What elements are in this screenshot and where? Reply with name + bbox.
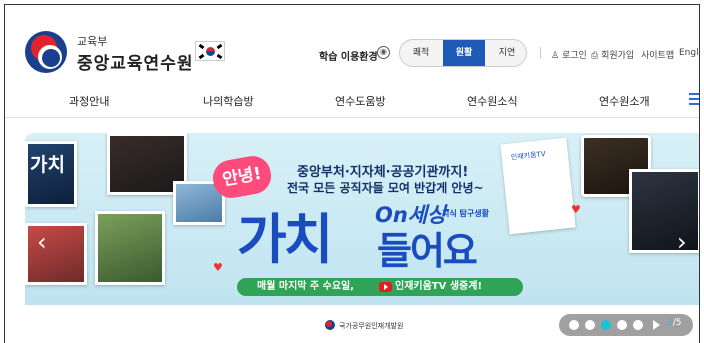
korean-flag-icon (195, 41, 225, 61)
main-banner[interactable]: 가치 ♥ 인재키움TV ♥ 안녕! 중앙부처·지자체·공공기관까지! 전국 모든… (25, 133, 699, 343)
heart-icon-right: ♥ (571, 203, 581, 216)
lock-icon: ⎙ (591, 51, 599, 61)
header-divider (540, 47, 541, 59)
user-icon: ♙ (551, 51, 560, 61)
schedule-text: 매월 마지막 주 수요일, (257, 281, 355, 292)
banner-on-subtitle: 지식 탐구생활 (442, 209, 489, 218)
government-logo-icon[interactable] (25, 31, 67, 73)
signal-icon: ◉ (377, 46, 390, 59)
nhi-logo-icon (325, 320, 335, 330)
youtube-icon (379, 282, 392, 292)
slide-counter: 3/5 (667, 318, 682, 328)
slide-dot-4[interactable] (617, 320, 627, 330)
english-link[interactable]: English (679, 48, 699, 58)
prev-slide-icon[interactable]: ‹ (37, 228, 47, 256)
env-option-fast[interactable]: 쾌적 (400, 40, 442, 66)
signup-link[interactable]: ⎙ 회원가입 (591, 48, 634, 61)
banner-title-listen: 들어요 (377, 229, 478, 273)
tv-label: 인재키움TV (510, 150, 546, 162)
env-option-slow[interactable]: 지연 (486, 40, 526, 66)
environment-selector[interactable]: 쾌적 원활 지연 (399, 39, 527, 67)
organizer-name: 국가공무원인재개발원 (339, 322, 404, 330)
institute-name[interactable]: 중앙교육연수원 (77, 49, 193, 74)
slide-dot-1[interactable] (569, 320, 579, 330)
login-label: 로그인 (561, 51, 587, 61)
nav-news[interactable]: 연수원소식 (467, 93, 518, 109)
next-slide-icon[interactable]: › (677, 228, 687, 256)
photo-desk (25, 223, 87, 285)
tv-screen: 인재키움TV (500, 137, 576, 235)
banner-line-2: 전국 모든 공직자들 모여 반갑게 안녕~ (287, 181, 484, 195)
slider-pager: 3/5 (559, 314, 693, 336)
banner-title-gachi: 가치 (237, 208, 333, 271)
schedule-pill: 매월 마지막 주 수요일, 인재키움TV 생중계! (237, 278, 523, 296)
page-frame: 교육부 중앙교육연수원 학습 이용환경 ◉ 쾌적 원활 지연 ♙ 로그인 ⎙ 회… (4, 4, 700, 343)
nav-course-info[interactable]: 과정안내 (69, 93, 109, 109)
sitemap-link[interactable]: 사이트맵 (641, 48, 674, 61)
login-link[interactable]: ♙ 로그인 (551, 48, 587, 61)
menu-icon[interactable] (689, 93, 699, 105)
slide-dot-5[interactable] (633, 320, 643, 330)
learning-environment-label: 학습 이용환경 (319, 52, 378, 63)
photo-host (95, 211, 165, 285)
slide-dot-2[interactable] (585, 320, 595, 330)
ministry-name: 교육부 (77, 35, 108, 48)
live-text: 인재키움TV 생중계! (395, 281, 483, 292)
signup-label: 회원가입 (601, 51, 635, 61)
hello-badge: 안녕! (210, 153, 274, 201)
nav-about[interactable]: 연수원소개 (599, 93, 650, 109)
nav-my-learning[interactable]: 나의학습방 (203, 93, 254, 109)
slide-total: /5 (672, 318, 682, 328)
photo-stage: 가치 (25, 141, 77, 207)
slide-dot-3[interactable] (601, 320, 611, 330)
play-icon[interactable] (653, 320, 660, 330)
env-option-normal[interactable]: 원활 (443, 40, 485, 66)
nav-help[interactable]: 연수도움방 (335, 93, 386, 109)
heart-icon: ♥ (213, 261, 223, 274)
photo-left-text: 가치 (30, 154, 65, 176)
nav-divider (5, 117, 699, 118)
photo-stage-right (629, 169, 699, 253)
banner-line-1: 중앙부처·지자체·공공기관까지! (297, 165, 469, 180)
